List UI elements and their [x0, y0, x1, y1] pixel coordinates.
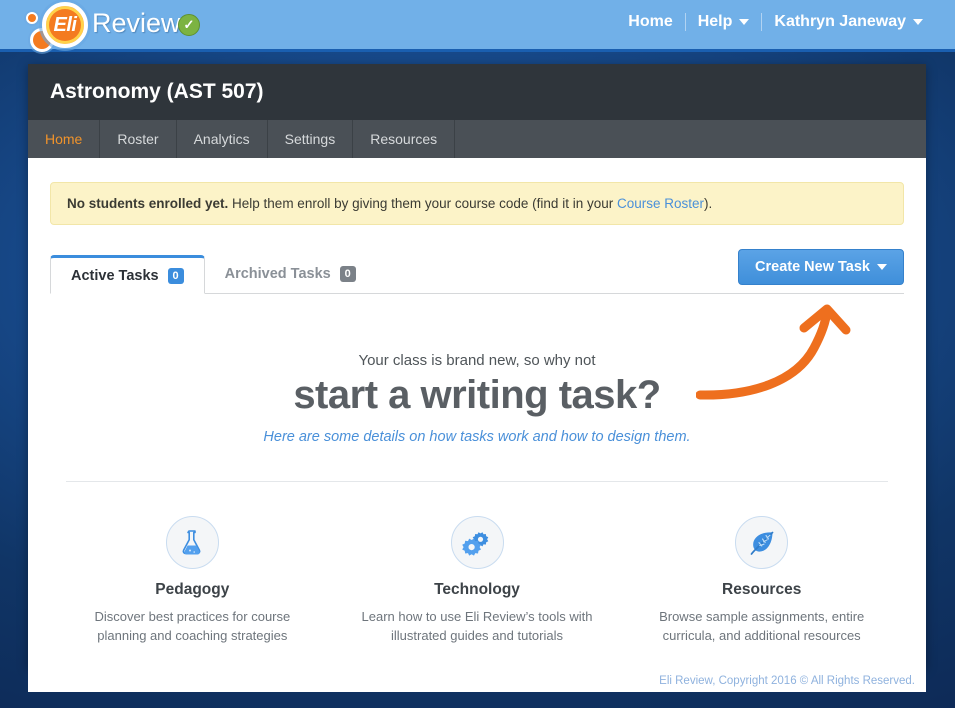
page-title: Astronomy (AST 507): [50, 80, 264, 103]
leaf-icon: [735, 516, 789, 569]
create-new-task-button[interactable]: Create New Task: [738, 249, 904, 285]
footer-copyright: Eli Review, Copyright 2016 © All Rights …: [659, 675, 915, 687]
feature-technology-title: Technology: [434, 581, 520, 598]
feature-pedagogy-title: Pedagogy: [155, 581, 230, 598]
course-header: Astronomy (AST 507): [28, 64, 926, 120]
gears-icon: [450, 516, 504, 569]
feature-pedagogy[interactable]: Pedagogy Discover best practices for cou…: [50, 516, 335, 646]
enrollment-alert-banner: No students enrolled yet. Help them enro…: [50, 182, 904, 225]
empty-state-hero: Your class is brand new, so why not star…: [50, 294, 904, 445]
archived-tasks-count-badge: 0: [339, 265, 356, 282]
top-nav-links: Home Help Kathryn Janeway: [616, 13, 935, 31]
chevron-down-icon: [739, 18, 750, 25]
hero-details-link[interactable]: Here are some details on how tasks work …: [50, 429, 904, 445]
alert-text-before: Help them enroll by giving them your cou…: [228, 196, 617, 211]
feature-technology-desc: Learn how to use Eli Review’s tools with…: [361, 609, 593, 643]
alert-bold-text: No students enrolled yet.: [67, 196, 229, 211]
flask-icon: [165, 516, 219, 569]
tab-active-tasks[interactable]: Active Tasks 0: [50, 255, 205, 294]
course-nav-roster[interactable]: Roster: [100, 120, 177, 158]
logo-review-text: Review: [92, 8, 181, 38]
tab-active-tasks-label: Active Tasks: [71, 267, 159, 284]
top-nav-user-label: Kathryn Janeway: [774, 13, 906, 30]
logo-bubble-large: Eli: [42, 2, 88, 48]
create-new-task-label: Create New Task: [755, 259, 870, 275]
card-body: No students enrolled yet. Help them enro…: [28, 182, 926, 692]
chevron-down-icon: [913, 18, 923, 25]
course-nav-resources[interactable]: Resources: [353, 120, 456, 158]
eli-review-logo[interactable]: Eli Review: [18, 0, 198, 56]
top-nav-home[interactable]: Home: [616, 13, 684, 31]
active-tasks-count-badge: 0: [167, 267, 184, 284]
top-navigation-bar: Eli Review ✓ Home Help Kathryn Janeway: [0, 0, 955, 52]
feature-resources-title: Resources: [722, 581, 802, 598]
main-content-card: Astronomy (AST 507) Home Roster Analytic…: [28, 64, 926, 692]
feature-list: Pedagogy Discover best practices for cou…: [50, 516, 904, 646]
task-tab-strip: Active Tasks 0 Archived Tasks 0 Create N…: [50, 249, 904, 294]
logo-bubble-small: [26, 12, 38, 24]
verified-check-icon: ✓: [178, 14, 200, 36]
course-roster-link[interactable]: Course Roster: [617, 196, 704, 211]
course-nav-home[interactable]: Home: [28, 120, 101, 158]
tab-archived-tasks[interactable]: Archived Tasks 0: [205, 254, 376, 293]
hero-pretext: Your class is brand new, so why not: [358, 352, 596, 369]
top-nav-user-menu[interactable]: Kathryn Janeway: [762, 13, 935, 31]
alert-text-after: ).: [704, 196, 713, 211]
course-navigation-tabs: Home Roster Analytics Settings Resources: [28, 120, 926, 158]
feature-resources-desc: Browse sample assignments, entire curric…: [659, 609, 865, 643]
feature-resources[interactable]: Resources Browse sample assignments, ent…: [619, 516, 904, 646]
logo-eli-text: Eli: [53, 13, 77, 36]
tab-archived-tasks-label: Archived Tasks: [224, 265, 331, 282]
top-nav-help[interactable]: Help: [686, 13, 762, 31]
chevron-down-icon: [877, 264, 887, 270]
feature-technology[interactable]: Technology Learn how to use Eli Review’s…: [335, 516, 620, 646]
section-divider: [66, 481, 888, 482]
course-nav-settings[interactable]: Settings: [268, 120, 354, 158]
course-nav-analytics[interactable]: Analytics: [177, 120, 268, 158]
feature-pedagogy-desc: Discover best practices for course plann…: [94, 609, 291, 643]
hero-headline: start a writing task?: [293, 373, 661, 417]
top-nav-help-label: Help: [697, 13, 733, 30]
